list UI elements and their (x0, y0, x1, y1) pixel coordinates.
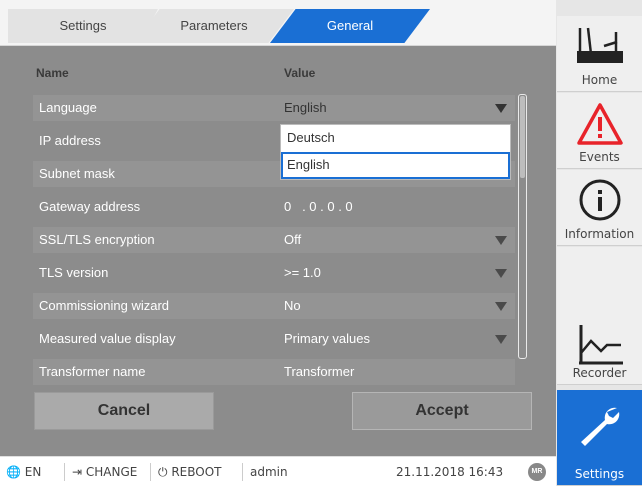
status-divider (64, 463, 65, 481)
row-label: Gateway address (39, 199, 141, 214)
status-divider (150, 463, 151, 481)
nav-label: Information (564, 227, 635, 241)
tab-general-label: General (326, 18, 374, 33)
row-label: Commissioning wizard (39, 298, 170, 313)
nav-item-home[interactable]: Home (557, 16, 642, 92)
row-value: Transformer (284, 364, 355, 379)
row-label: Language (39, 100, 97, 115)
tab-settings-label: Settings (59, 18, 107, 33)
list-scrollbar[interactable] (518, 94, 527, 359)
table-row-transformer-name[interactable]: Transformer name Transformer (33, 359, 515, 385)
dropdown-arrow-icon[interactable] (495, 104, 507, 113)
tab-settings[interactable]: Settings (8, 9, 158, 43)
scrollbar-thumb[interactable] (520, 96, 525, 178)
home-icon (577, 27, 623, 63)
row-label: Subnet mask (39, 166, 115, 181)
row-value: Primary values (284, 331, 370, 346)
row-value: No (284, 298, 301, 313)
row-label: Measured value display (39, 331, 176, 346)
table-row-ssl-tls[interactable]: SSL/TLS encryption Off (33, 227, 515, 253)
tab-parameters[interactable]: Parameters (134, 9, 294, 43)
globe-icon: 🌐 (6, 465, 21, 479)
tab-parameters-label: Parameters (180, 18, 248, 33)
row-label: Transformer name (39, 364, 146, 379)
table-row-tls-version[interactable]: TLS version >= 1.0 (33, 260, 515, 286)
dropdown-arrow-icon[interactable] (495, 302, 507, 311)
login-icon: ⇥ (72, 465, 83, 479)
nav-label: Events (579, 150, 620, 164)
power-icon: ⏻ (158, 465, 168, 479)
reboot-label: REBOOT (171, 465, 222, 479)
info-icon (579, 179, 621, 221)
status-divider (242, 463, 243, 481)
language-label: EN (24, 465, 42, 479)
row-label: SSL/TLS encryption (39, 232, 155, 247)
nav-item-events[interactable]: Events (557, 93, 642, 169)
nav-label: Recorder (572, 366, 627, 380)
warning-icon (577, 103, 623, 145)
row-value: English (284, 100, 327, 115)
language-dropdown-list[interactable]: Deutsch English (280, 124, 511, 180)
row-value: Off (284, 232, 302, 247)
current-user: admin (250, 465, 288, 479)
tab-general[interactable]: General (270, 9, 430, 43)
table-row-gateway-address[interactable]: Gateway address 0 . 0 . 0 . 0 (33, 194, 515, 220)
table-row-measured-value-display[interactable]: Measured value display Primary values (33, 326, 515, 352)
cancel-button[interactable]: Cancel (34, 392, 214, 430)
dropdown-option-deutsch[interactable]: Deutsch (281, 125, 510, 152)
dropdown-option-english[interactable]: English (281, 152, 510, 179)
table-row-language[interactable]: Language English (33, 95, 515, 121)
row-value: 0 . 0 . 0 . 0 (284, 199, 353, 214)
nav-item-recorder[interactable]: Recorder (557, 247, 642, 385)
table-row-commissioning-wizard[interactable]: Commissioning wizard No (33, 293, 515, 319)
date-time: 21.11.2018 16:43 (396, 465, 504, 479)
dropdown-arrow-icon[interactable] (495, 269, 507, 278)
nav-label: Settings (574, 467, 625, 481)
parameter-panel: Name Value Language English IP address S… (0, 46, 556, 456)
brand-logo: MR (528, 463, 546, 481)
row-label: TLS version (39, 265, 109, 280)
change-label: CHANGE (85, 465, 138, 479)
column-header-value: Value (284, 66, 316, 80)
wrench-icon (581, 407, 620, 446)
status-bar: 🌐 EN ⇥ CHANGE ⏻ REBOOT admin 21.11.2018 … (0, 456, 556, 486)
accept-button[interactable]: Accept (352, 392, 532, 430)
side-navigation: Home Events Information Recorder Setting… (556, 0, 642, 486)
language-switch[interactable]: 🌐 EN (6, 465, 41, 479)
nav-label: Home (581, 73, 618, 87)
dropdown-arrow-icon[interactable] (495, 236, 507, 245)
column-header-name: Name (36, 66, 69, 80)
tab-bar: Settings Parameters General (0, 0, 556, 46)
nav-item-information[interactable]: Information (557, 170, 642, 246)
row-label: IP address (39, 133, 101, 148)
row-value: >= 1.0 (284, 265, 321, 280)
recorder-icon (579, 325, 623, 365)
nav-item-settings[interactable]: Settings (557, 390, 642, 486)
reboot-button[interactable]: ⏻ REBOOT (158, 465, 222, 480)
change-button[interactable]: ⇥ CHANGE (72, 465, 137, 479)
dropdown-arrow-icon[interactable] (495, 335, 507, 344)
